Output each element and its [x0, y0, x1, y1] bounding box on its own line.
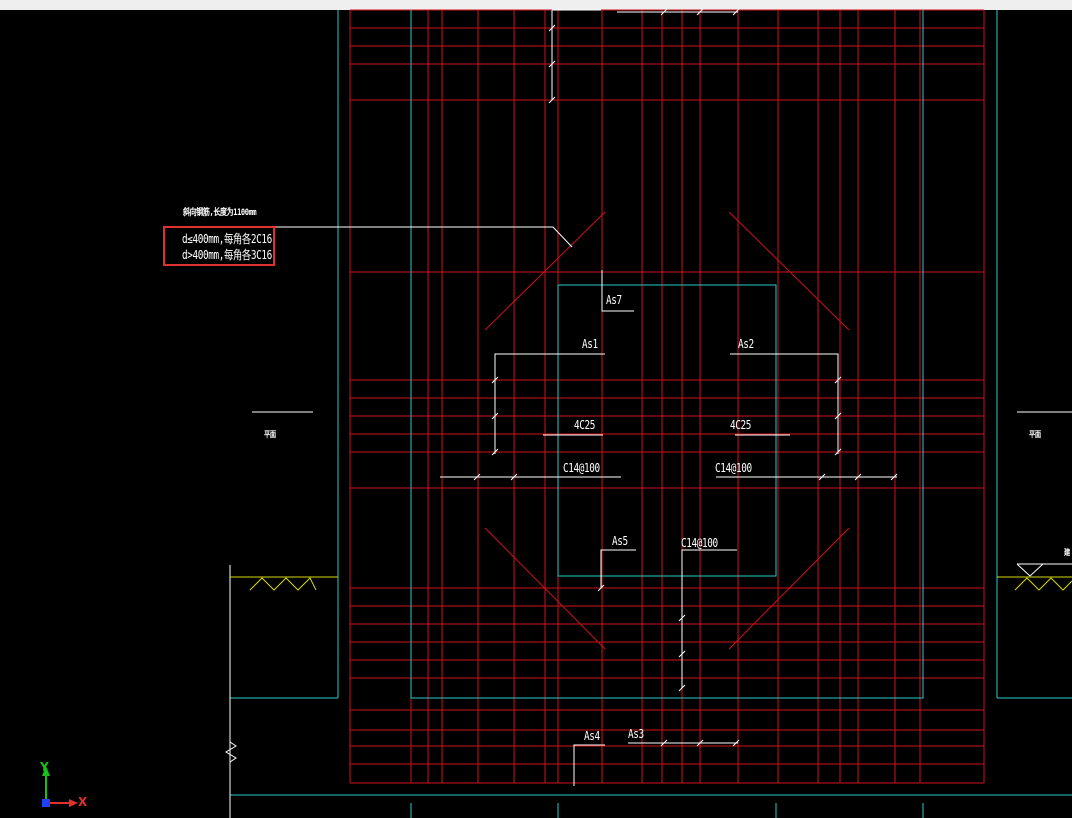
as5-leader: [600, 549, 636, 588]
label-stirrup-right: C14@100: [715, 461, 752, 475]
label-as2: As2: [738, 337, 754, 351]
note-line-2: d>400mm,每角各3C16: [182, 248, 272, 262]
label-as5: As5: [612, 534, 628, 548]
leader-lines: [178, 8, 1072, 818]
break-line-icon: [225, 741, 237, 763]
drawing-svg[interactable]: [0, 0, 1072, 818]
label-stirrup-left: C14@100: [563, 461, 600, 475]
axis-x-label: X: [78, 795, 88, 809]
ground-hatch: [249, 577, 317, 591]
side-label-left: 平面: [264, 430, 276, 439]
diagonal-bar: [728, 211, 850, 331]
as1-leader: [494, 353, 605, 454]
label-4c25-right: 4C25: [730, 418, 751, 432]
note-line-1: d≤400mm,每角各2C16: [182, 232, 272, 246]
label-as1: As1: [582, 337, 598, 351]
axis-y-label: Y: [40, 760, 49, 774]
label-as7: As7: [606, 293, 622, 307]
cad-canvas[interactable]: 斜向钢筋,长度为1100mm d≤400mm,每角各2C16 d>400mm,每…: [0, 0, 1072, 818]
rebar-lines: [349, 9, 985, 784]
label-as4: As4: [584, 729, 600, 743]
label-as3: As3: [628, 727, 644, 741]
side-label-right: 平面: [1029, 430, 1041, 439]
stirrup-bottom-leader: [681, 549, 737, 688]
note-title: 斜向钢筋,长度为1100mm: [183, 208, 257, 218]
as2-leader: [730, 353, 839, 454]
outline-lines: [230, 10, 1072, 818]
label-4c25-left: 4C25: [574, 418, 595, 432]
ground-level-mark: [1016, 563, 1044, 577]
ground-hatch: [1014, 577, 1072, 591]
pit-outline: [410, 10, 924, 699]
label-stirrup-bottom: C14@100: [681, 536, 718, 550]
as4-leader: [573, 744, 605, 786]
far-right-mark: 建: [1064, 548, 1070, 557]
